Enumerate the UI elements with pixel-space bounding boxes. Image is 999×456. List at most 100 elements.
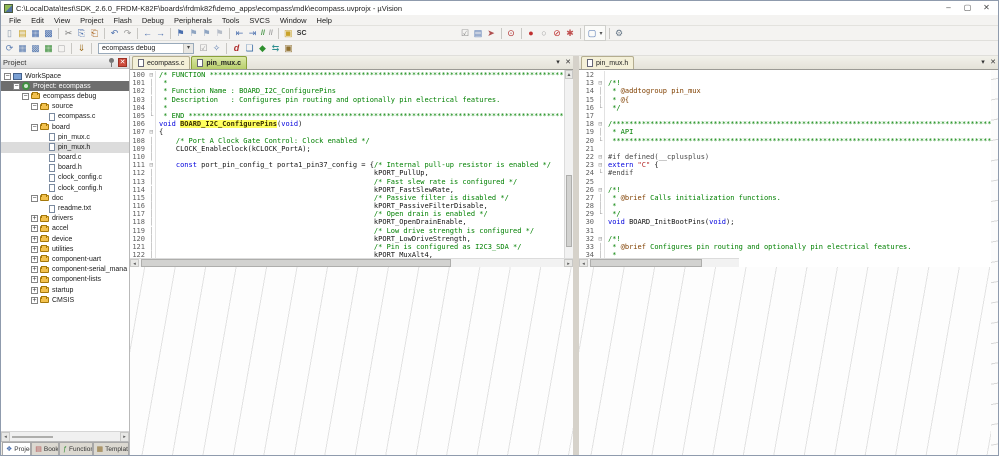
tree-item-ecompass-debug[interactable]: − ecompass debug: [1, 91, 129, 101]
chevron-down-icon[interactable]: ▾: [599, 30, 604, 37]
tree-item-component-lists[interactable]: + component-lists: [1, 275, 129, 285]
tree-item-board-c[interactable]: board.c: [1, 153, 129, 163]
editor-right-hscrollbar[interactable]: ◂: [579, 258, 739, 267]
collapse-icon[interactable]: −: [31, 194, 38, 202]
target-checkbox-icon[interactable]: ☑: [197, 41, 210, 55]
editor-right-code[interactable]: 12 13 ⊟/*! 14 │ * @addtogroup pin_mux 15 │ * @…: [579, 70, 998, 258]
scroll-left-icon[interactable]: ◂: [579, 259, 588, 267]
menu-item-tools[interactable]: Tools: [217, 15, 245, 26]
maximize-button[interactable]: ▢: [958, 1, 977, 15]
code-line[interactable]: 118 │ kPORT_OpenDrainEnable,: [130, 218, 564, 227]
annotate-icon[interactable]: ▤: [472, 26, 485, 40]
download-icon[interactable]: ⇓: [75, 41, 88, 55]
editor-menu-button[interactable]: ▾: [978, 56, 988, 69]
expand-icon[interactable]: +: [31, 235, 38, 243]
tree-item-component-uart[interactable]: + component-uart: [1, 254, 129, 264]
tree-item-ecompass-c[interactable]: ecompass.c: [1, 112, 129, 122]
expand-icon[interactable]: +: [31, 286, 38, 294]
scroll-left-icon[interactable]: ◂: [130, 259, 139, 267]
unindent-icon[interactable]: ⇤: [233, 26, 246, 40]
manage-rte-icon[interactable]: ◆: [256, 41, 269, 55]
expand-icon[interactable]: +: [31, 276, 38, 284]
code-line[interactable]: 31: [579, 226, 998, 235]
indent-icon[interactable]: ⇥: [246, 26, 259, 40]
find-in-files-icon[interactable]: ⊙: [505, 26, 518, 40]
code-line[interactable]: 28 │ *: [579, 202, 998, 211]
code-line[interactable]: 26 ⊟/*!: [579, 185, 998, 194]
navigate-forward-icon[interactable]: →: [154, 26, 167, 40]
code-line[interactable]: 24 └ #endif: [579, 169, 998, 178]
code-line[interactable]: 34 │ *: [579, 251, 998, 258]
code-line[interactable]: 23 ⊟ extern "C" {: [579, 161, 998, 170]
menu-item-window[interactable]: Window: [275, 15, 312, 26]
editor-menu-button[interactable]: ▾: [553, 56, 563, 69]
tree-item-pin-mux-h[interactable]: pin_mux.h: [1, 142, 129, 153]
tree-item-doc[interactable]: − doc: [1, 193, 129, 203]
tree-item-project-ecompass[interactable]: − Project: ecompass: [1, 81, 129, 92]
code-line[interactable]: 109 │ CLOCK_EnableClock(kCLOCK_PortA);: [130, 144, 564, 153]
window-layout-icon[interactable]: ▢: [586, 26, 599, 40]
code-line[interactable]: 32 ⊟/*!: [579, 234, 998, 243]
tab-pin-mux-c[interactable]: pin_mux.c: [191, 56, 247, 69]
tree-item-accel[interactable]: + accel: [1, 224, 129, 234]
menu-item-view[interactable]: View: [49, 15, 75, 26]
expand-icon[interactable]: +: [31, 266, 38, 274]
scroll-left-icon[interactable]: ◂: [1, 431, 10, 442]
tree-item-board-h[interactable]: board.h: [1, 163, 129, 173]
tree-item-utilities[interactable]: + utilities: [1, 244, 129, 254]
panel-tab-templates[interactable]: ▦Templates: [92, 442, 129, 455]
breakpoint-enable-all-icon[interactable]: ✱: [564, 26, 577, 40]
tree-item-workspace[interactable]: − WorkSpace: [1, 71, 129, 81]
panel-tab-project[interactable]: ❖Project: [2, 442, 32, 455]
editor-close-button[interactable]: ✕: [563, 56, 573, 69]
menu-item-edit[interactable]: Edit: [26, 15, 49, 26]
target-select[interactable]: ecompass debug ▾: [98, 42, 194, 54]
bookmark-clear-icon[interactable]: ⚑: [213, 26, 226, 40]
expand-icon[interactable]: +: [31, 215, 38, 223]
tab-ecompass-c[interactable]: ecompass.c: [132, 56, 191, 69]
code-line[interactable]: 25: [579, 177, 998, 186]
code-line[interactable]: 105 └ * END *****************************…: [130, 111, 564, 121]
code-line[interactable]: 19 │ * API: [579, 128, 998, 137]
code-line[interactable]: 119 │ /* Low drive strength is configured…: [130, 226, 564, 235]
pin-icon[interactable]: [108, 57, 115, 67]
editor-close-button[interactable]: ✕: [988, 56, 998, 69]
comment-icon[interactable]: //: [259, 30, 267, 37]
code-line[interactable]: 101 │ *: [130, 79, 564, 88]
collapse-icon[interactable]: −: [4, 72, 11, 80]
chevron-down-icon[interactable]: ▾: [183, 43, 193, 53]
code-line[interactable]: 17: [579, 111, 998, 121]
bookmark-next-icon[interactable]: ⚑: [200, 26, 213, 40]
panel-close-icon[interactable]: ✕: [118, 57, 127, 67]
target-options-icon[interactable]: ✧: [210, 41, 223, 55]
tree-item-source[interactable]: − source: [1, 102, 129, 112]
code-line[interactable]: 15 │ * @{: [579, 95, 998, 104]
fold-collapse-icon[interactable]: ⊟: [597, 234, 605, 243]
code-line[interactable]: 114 │ kPORT_FastSlewRate,: [130, 185, 564, 194]
tree-item-cmsis[interactable]: + CMSIS: [1, 295, 129, 305]
breakpoint-icon[interactable]: ●: [525, 26, 538, 40]
code-line[interactable]: 12: [579, 71, 998, 80]
menu-item-peripherals[interactable]: Peripherals: [169, 15, 217, 26]
minimize-button[interactable]: –: [939, 1, 958, 15]
tree-item-board[interactable]: − board: [1, 122, 129, 132]
bookmark-prev-icon[interactable]: ⚑: [187, 26, 200, 40]
expand-icon[interactable]: +: [31, 225, 38, 233]
spell-check-icon[interactable]: ☑: [459, 26, 472, 40]
collapse-icon[interactable]: −: [13, 82, 20, 90]
svcs-folder-icon[interactable]: ▣: [282, 26, 295, 40]
stop-build-icon[interactable]: ▢: [55, 41, 68, 55]
hscroll-thumb[interactable]: [590, 259, 702, 267]
open-file-icon[interactable]: ▤: [16, 26, 29, 40]
code-line[interactable]: 102 │ * Function Name : BOARD_I2C_Configu…: [130, 87, 564, 96]
collapse-icon[interactable]: −: [31, 123, 38, 131]
tree-item-readme-txt[interactable]: readme.txt: [1, 203, 129, 213]
scroll-right-icon[interactable]: ▸: [120, 431, 129, 442]
tab-pin-mux-h[interactable]: pin_mux.h: [581, 56, 635, 69]
pack-installer-icon[interactable]: ⇆: [269, 41, 282, 55]
code-line[interactable]: 120 │ kPORT_LowDriveStrength,: [130, 234, 564, 243]
panel-tab-books[interactable]: ▤Books: [31, 442, 60, 455]
svcs-label[interactable]: SC: [295, 30, 309, 37]
tree-item-component-serial-mana[interactable]: + component-serial_mana: [1, 265, 129, 275]
collapse-icon[interactable]: −: [22, 92, 29, 100]
